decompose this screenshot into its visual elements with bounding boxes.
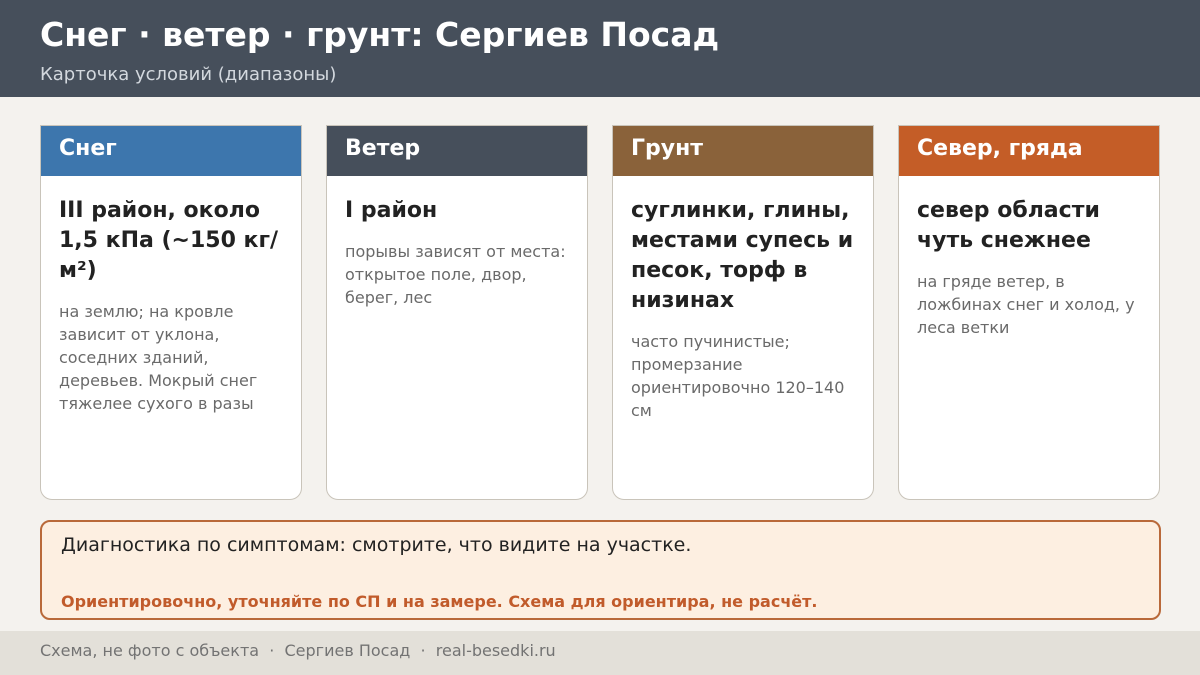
card-wind-note: порывы зависят от места: открытое поле, … [345, 242, 566, 307]
page-subtitle: Карточка условий (диапазоны) [40, 64, 337, 85]
card-soil-body: суглинки, глины, местами супесь и песок,… [613, 176, 873, 422]
card-snow-note: на землю; на кровле зависит от уклона, с… [59, 302, 258, 413]
page-title: Снег · ветер · грунт: Сергиев Посад [40, 15, 720, 54]
card-north-ridge-note: на гряде ветер, в ложбинах снег и холод,… [917, 272, 1135, 337]
page-header: Снег · ветер · грунт: Сергиев Посад Карт… [0, 0, 1200, 97]
card-soil: Грунт суглинки, глины, местами супесь и … [612, 125, 874, 500]
card-snow-main: III район, около 1,5 кПа (~150 кг/м²) [59, 198, 279, 283]
footer-text: Схема, не фото с объекта · Сергиев Посад… [40, 641, 556, 660]
card-soil-heading: Грунт [613, 126, 873, 176]
card-wind-main: I район [345, 198, 438, 223]
card-soil-main: суглинки, глины, местами супесь и песок,… [631, 198, 854, 313]
card-snow-heading: Снег [41, 126, 301, 176]
card-north-ridge-body: север области чуть снежнее на гряде вете… [899, 176, 1159, 339]
card-snow: Снег III район, около 1,5 кПа (~150 кг/м… [40, 125, 302, 500]
card-north-ridge-heading: Север, гряда [899, 126, 1159, 176]
diagnostics-panel: Диагностика по симптомам: смотрите, что … [40, 520, 1161, 620]
card-soil-note: часто пучинистые; промерзание ориентиров… [631, 332, 845, 420]
card-snow-body: III район, около 1,5 кПа (~150 кг/м²) на… [41, 176, 301, 415]
card-wind: Ветер I район порывы зависят от места: о… [326, 125, 588, 500]
card-wind-body: I район порывы зависят от места: открыто… [327, 176, 587, 309]
card-north-ridge-main: север области чуть снежнее [917, 198, 1100, 253]
diagnostics-text: Диагностика по симптомам: смотрите, что … [61, 534, 692, 556]
diagnostics-disclaimer: Ориентировочно, уточняйте по СП и на зам… [61, 592, 818, 611]
page-footer: Схема, не фото с объекта · Сергиев Посад… [0, 631, 1200, 675]
card-wind-heading: Ветер [327, 126, 587, 176]
card-north-ridge: Север, гряда север области чуть снежнее … [898, 125, 1160, 500]
